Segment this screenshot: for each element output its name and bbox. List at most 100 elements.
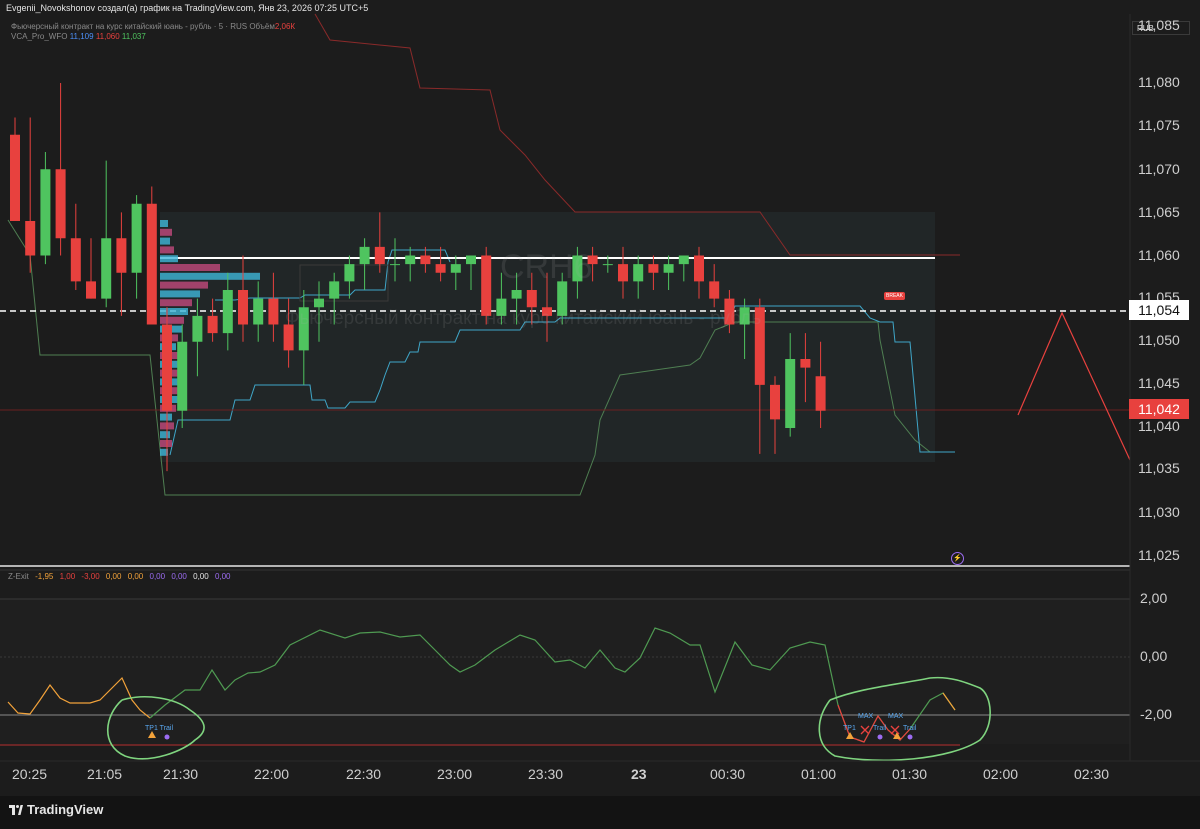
footer-bar [0, 796, 1200, 829]
candle-body [648, 264, 659, 273]
time-tick: 21:05 [87, 766, 123, 782]
chart-canvas[interactable] [0, 0, 1200, 829]
candle-body [800, 359, 811, 368]
price-tick: 11,075 [1138, 117, 1180, 133]
osc-value: 0,00 [193, 572, 209, 581]
indicator-value-1: 11,109 [69, 32, 94, 41]
series-legend[interactable]: Фьючерсный контракт на курс китайский юа… [11, 22, 295, 31]
trail-label-3: Trail [903, 725, 917, 732]
max-label-1: MAX [858, 713, 874, 720]
candle-body [329, 281, 340, 299]
time-tick: 23:30 [528, 766, 564, 782]
time-tick: 20:25 [12, 766, 48, 782]
profile-bar [160, 255, 178, 263]
osc-value: 0,00 [105, 572, 122, 581]
last-price-marker: 11,054 [1129, 300, 1189, 320]
profile-bar [160, 237, 170, 245]
time-tick: 01:30 [892, 766, 928, 782]
time-tick: 21:30 [163, 766, 199, 782]
tradingview-logo[interactable]: TradingView [9, 802, 103, 817]
osc-value: 0,00 [171, 572, 187, 581]
profile-bar [160, 264, 220, 271]
candle-body [450, 264, 461, 273]
price-tick: 11,045 [1138, 375, 1180, 391]
candle-body [678, 255, 689, 265]
time-tick: 00:30 [710, 766, 746, 782]
candle-body [116, 238, 127, 273]
trail-marker-3 [907, 734, 913, 740]
time-tick-date: 23 [631, 766, 647, 782]
trail-label-2: Trail [873, 725, 887, 732]
time-tick: 02:00 [983, 766, 1019, 782]
osc-value: -1,95 [35, 572, 54, 581]
osc-value: 0,00 [149, 572, 166, 581]
indicator-value-3: 11,037 [121, 32, 146, 41]
lightning-icon[interactable]: ⚡ [951, 552, 964, 565]
candle-body [359, 246, 370, 265]
candle-body [466, 255, 476, 265]
candle-body [146, 203, 157, 325]
candle-body [131, 203, 142, 273]
candle-body [55, 169, 66, 239]
candle-body [420, 255, 431, 265]
profile-bar [160, 228, 172, 236]
candle-body [86, 281, 96, 299]
price-tick: 11,040 [1138, 418, 1180, 434]
candle-body [405, 255, 416, 265]
candle-body [374, 246, 385, 265]
candle-body [815, 376, 826, 411]
candle-body [177, 341, 188, 411]
price-tick: 11,060 [1138, 247, 1180, 263]
osc-tick: 0,00 [1140, 648, 1168, 664]
tp1-label: TP1 Trail [145, 725, 174, 732]
candle-body [101, 238, 112, 299]
candle-body [785, 359, 796, 428]
trail-marker [164, 734, 170, 740]
price-tick: 11,065 [1138, 204, 1180, 220]
osc-value: 0,00 [214, 572, 231, 581]
price-tick: 11,085 [1138, 17, 1180, 33]
price-tick: 11,025 [1138, 547, 1180, 563]
time-tick: 02:30 [1074, 766, 1110, 782]
profile-bar [160, 220, 168, 227]
time-tick: 22:30 [346, 766, 382, 782]
price-tick: 11,070 [1138, 161, 1180, 177]
candle-body [481, 255, 492, 316]
profile-bar [160, 440, 172, 447]
tp1-label-2: TP1 [843, 725, 856, 732]
osc-value: 1,00 [59, 572, 76, 581]
candle-body [694, 255, 704, 282]
candle-body [390, 264, 400, 266]
candle-body [314, 298, 324, 308]
symbol-watermark: CRH6 [500, 248, 593, 286]
profile-bar [160, 281, 208, 289]
oscillator-legend[interactable]: Z-Exit -1,95 1,00 -3,00 0,00 0,00 0,00 0… [8, 572, 235, 581]
oscillator-name: Z-Exit [8, 572, 29, 581]
time-tick: 23:00 [437, 766, 473, 782]
candle-body [344, 264, 355, 282]
chart-headline: Evgenii_Novokshonov создал(а) график на … [6, 3, 369, 13]
candle-body [709, 281, 720, 299]
max-label-2: MAX [888, 713, 904, 720]
indicator-value-2: 11,060 [95, 32, 120, 41]
candle-body [40, 169, 51, 256]
volume-value: 2,06К [274, 22, 296, 31]
candle-body [618, 264, 628, 282]
series-legend-name: Фьючерсный контракт на курс китайский юа… [11, 22, 248, 31]
candle-body [162, 324, 172, 411]
chart-window: Evgenii_Novokshonov создал(а) график на … [0, 0, 1200, 829]
price-tick: 11,035 [1138, 460, 1180, 476]
profile-bar [160, 316, 184, 324]
price-tick: 11,050 [1138, 332, 1180, 348]
candle-body [633, 264, 644, 282]
candle-body [207, 315, 218, 334]
candle-body [238, 290, 248, 325]
profile-bar [160, 290, 200, 298]
candle-body [435, 264, 446, 273]
indicator-legend[interactable]: VCA_Pro_WFO 11,109 11,060 11,037 [11, 32, 146, 41]
osc-value: 0,00 [127, 572, 144, 581]
price-tick: 11,080 [1138, 74, 1180, 90]
break-label: BREAK [884, 292, 905, 300]
candle-body [253, 298, 264, 325]
profile-bar [160, 272, 260, 280]
